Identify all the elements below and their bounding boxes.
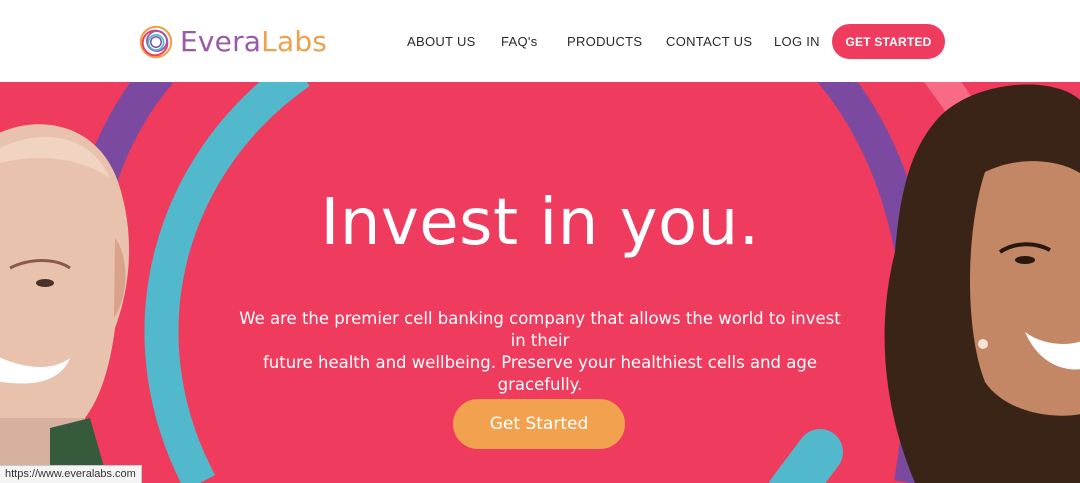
arc-teal-bottom [769,429,843,483]
photo-older-man [0,124,130,483]
photo-smiling-woman [884,84,1080,483]
hero-title: Invest in you. [320,186,760,260]
hero-subtitle-line2: future health and wellbeing. Preserve yo… [262,353,818,394]
nav-contact-us[interactable]: CONTACT US [666,34,752,49]
hero-subtitle: We are the premier cell banking company … [230,308,850,396]
nav-about-us[interactable]: ABOUT US [407,34,476,49]
hero-section: Invest in you. We are the premier cell b… [0,82,1080,483]
main-nav: ABOUT US FAQ's PRODUCTS CONTACT US LOG I… [0,0,1080,82]
status-bar-url: https://www.everalabs.com [0,465,142,483]
site-header: EveraLabs ABOUT US FAQ's PRODUCTS CONTAC… [0,0,1080,82]
nav-log-in[interactable]: LOG IN [774,34,820,49]
arc-teal-left [144,82,310,483]
get-started-hero-button[interactable]: Get Started [453,399,625,449]
hero-subtitle-line1: We are the premier cell banking company … [239,309,841,350]
nav-faqs[interactable]: FAQ's [501,34,538,49]
get-started-nav-button[interactable]: GET STARTED [832,24,945,59]
nav-products[interactable]: PRODUCTS [567,34,642,49]
